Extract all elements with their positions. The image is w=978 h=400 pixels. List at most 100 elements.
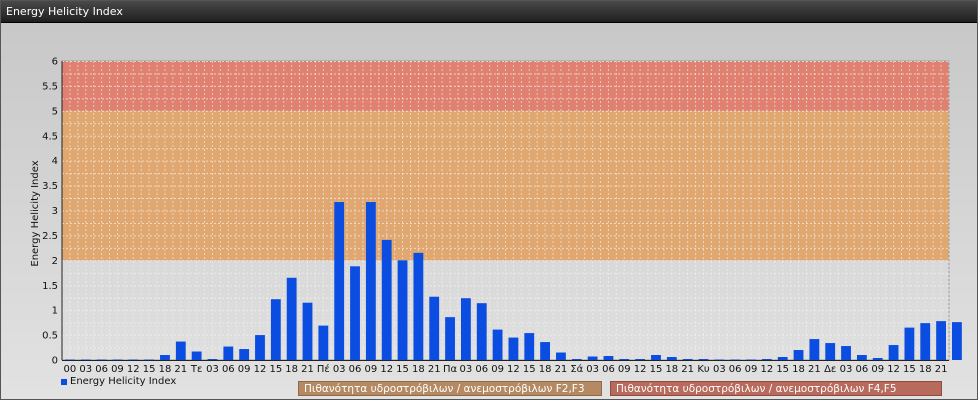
bar-31 [556, 352, 566, 360]
bar-27 [492, 329, 503, 360]
x-tick-label: 21 [174, 364, 187, 375]
bar-44 [761, 359, 772, 361]
bar-39 [682, 359, 693, 361]
bar-21 [397, 260, 408, 360]
x-tick-label: Πέ [317, 363, 330, 375]
bar-51 [872, 358, 883, 360]
y-tick-label: 1 [52, 306, 58, 317]
bar-53 [904, 327, 915, 360]
bar-15 [302, 302, 313, 360]
bar-28 [508, 337, 519, 360]
x-tick-label: Πα [443, 364, 458, 375]
zone-legend-f4-f5: Πιθανότητα υδροστρόβιλων / ανεμοστρόβιλω… [610, 381, 942, 396]
x-tick-labels: 00 03 06 09 12 15 18 21 Τε 03 06 09 12 15 18 21 Πέ 03 06 09… [64, 363, 948, 375]
x-tick-label: 21 [301, 364, 314, 375]
y-tick-label: 2.5 [42, 231, 58, 242]
zone-legend-f2-f3: Πιθανότητα υδροστρόβιλων / ανεμοστρόβιλω… [298, 381, 602, 396]
x-tick-label: 12 [507, 364, 520, 375]
x-tick-label: 09 [491, 364, 504, 375]
bar-36 [635, 359, 646, 361]
bar-24 [445, 317, 455, 360]
bar-46 [793, 350, 804, 360]
bar-45 [777, 357, 788, 360]
bar-32 [571, 359, 582, 361]
x-tick-label: 18 [285, 364, 298, 375]
x-tick-label: Δε [824, 364, 836, 375]
bar-47 [809, 339, 820, 360]
x-tick-label: 12 [887, 364, 900, 375]
bar-20 [381, 239, 392, 360]
x-tick-label: 15 [903, 364, 916, 375]
x-tick-label: 06 [729, 364, 742, 375]
x-tick-label: 06 [602, 364, 615, 375]
x-tick-label: 03 [840, 364, 853, 375]
bar-10 [223, 346, 234, 360]
x-tick-label: 15 [523, 364, 536, 375]
x-tick-label: 06 [349, 364, 362, 375]
bar-9 [207, 359, 218, 361]
bar-25 [460, 298, 471, 360]
bar-26 [476, 303, 487, 360]
y-tick-label: 4.5 [42, 131, 58, 142]
chart-legend[interactable]: Energy Helicity Index [61, 376, 176, 387]
x-tick-label: Σά [570, 363, 583, 375]
bar-40 [698, 359, 709, 361]
x-tick-label: 03 [460, 364, 473, 375]
y-tick-label: 2 [52, 256, 58, 267]
bar-16 [318, 325, 329, 360]
y-tick-label: 3 [52, 206, 58, 217]
ehi-bar-chart: 00.511.522.533.544.555.56 00 03 06 09 12 15 18… [30, 57, 962, 375]
x-tick-label: 18 [665, 364, 678, 375]
bar-12 [255, 335, 265, 360]
bar-11 [239, 349, 250, 360]
bar-34 [603, 356, 614, 360]
bar-17 [334, 202, 345, 360]
x-tick-label: 18 [792, 364, 805, 375]
x-tick-label: 03 [206, 364, 219, 375]
x-tick-label: 21 [428, 364, 441, 375]
bar-52 [888, 345, 899, 360]
x-tick-label: 00 [64, 364, 77, 375]
bar-22 [413, 252, 424, 360]
bar-50 [856, 355, 867, 360]
x-tick-label: 09 [618, 364, 631, 375]
bar-48 [825, 343, 836, 360]
bar-18 [350, 266, 360, 360]
bar-7 [175, 341, 186, 360]
y-tick-label: 3.5 [42, 181, 58, 192]
x-tick-label: 15 [396, 364, 409, 375]
bar-14 [286, 277, 297, 360]
x-tick-label: 09 [238, 364, 251, 375]
x-tick-label: 12 [380, 364, 393, 375]
x-tick-label: 09 [364, 364, 377, 375]
x-tick-label: 09 [745, 364, 758, 375]
bar-33 [587, 356, 598, 360]
x-tick-label: 12 [760, 364, 773, 375]
y-tick-label: 0.5 [42, 331, 58, 342]
x-tick-label: 12 [254, 364, 267, 375]
bar-55 [936, 321, 946, 360]
x-tick-label: 21 [935, 364, 948, 375]
bar-49 [841, 346, 851, 360]
bar-54 [920, 323, 931, 360]
x-tick-label: 18 [412, 364, 425, 375]
x-tick-label: 06 [95, 364, 108, 375]
bar-29 [524, 333, 535, 360]
x-tick-label: 06 [475, 364, 488, 375]
bar-6 [160, 355, 170, 360]
x-tick-label: 18 [539, 364, 552, 375]
x-tick-label: 18 [919, 364, 932, 375]
bar-30 [540, 342, 551, 360]
x-tick-label: 09 [111, 364, 124, 375]
x-tick-label: 21 [681, 364, 694, 375]
x-tick-label: 18 [159, 364, 172, 375]
bar-19 [365, 202, 376, 360]
bar-23 [429, 296, 440, 360]
x-tick-label: 03 [586, 364, 599, 375]
bar-35 [619, 359, 630, 361]
x-tick-label: 15 [650, 364, 663, 375]
x-tick-label: 03 [713, 364, 726, 375]
x-tick-label: 12 [634, 364, 647, 375]
x-tick-label: 09 [871, 364, 884, 375]
chart-window: Energy Helicity Index 0 0.5 1 1.5 2 2.5 3 3.5 4 4… [0, 0, 978, 400]
